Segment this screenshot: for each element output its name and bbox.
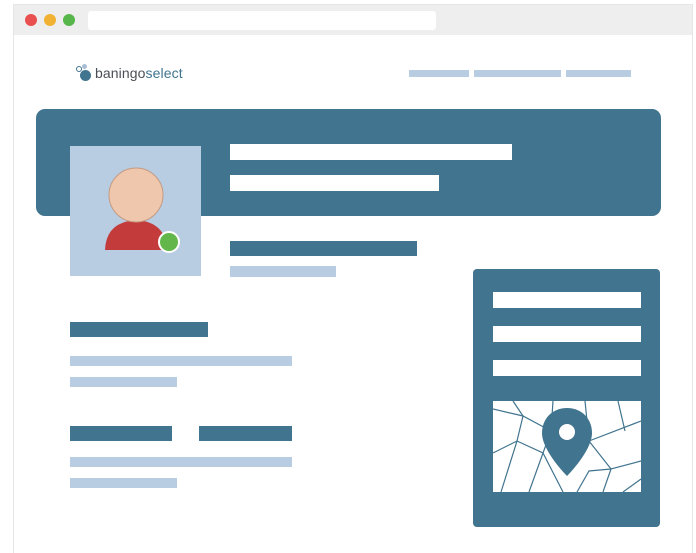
bubbles-logo-icon: [76, 64, 93, 82]
info-heading-2a: [70, 426, 172, 441]
nav-link-3[interactable]: [566, 70, 631, 77]
profile-title-placeholder: [230, 175, 439, 191]
minimize-window-button[interactable]: [44, 14, 56, 26]
contact-field-2[interactable]: [493, 326, 641, 342]
nav-link-2[interactable]: [474, 70, 561, 77]
title-bar: [14, 5, 692, 35]
logo-text: baningoselect: [95, 65, 183, 81]
nav-link-1[interactable]: [409, 70, 469, 77]
online-status-badge: [158, 231, 180, 253]
avatar-card: [70, 146, 201, 276]
zoom-window-button[interactable]: [63, 14, 75, 26]
info-line-3: [70, 457, 292, 467]
close-window-button[interactable]: [25, 14, 37, 26]
logo-product: select: [145, 65, 183, 81]
info-heading-1: [70, 322, 208, 337]
info-line-2: [70, 377, 177, 387]
info-heading-2b: [199, 426, 292, 441]
logo-brand: baningo: [95, 65, 146, 81]
contact-field-3[interactable]: [493, 360, 641, 376]
section-subtext-placeholder: [230, 266, 336, 277]
info-line-4: [70, 478, 177, 488]
page: baningoselect: [0, 0, 696, 553]
contact-field-1[interactable]: [493, 292, 641, 308]
location-pin-icon: [542, 408, 592, 476]
address-bar[interactable]: [88, 11, 436, 30]
user-avatar-icon: [105, 167, 180, 253]
section-heading-placeholder: [230, 241, 417, 256]
info-line-1: [70, 356, 292, 366]
profile-name-placeholder: [230, 144, 512, 160]
brand-logo[interactable]: baningoselect: [76, 63, 183, 83]
